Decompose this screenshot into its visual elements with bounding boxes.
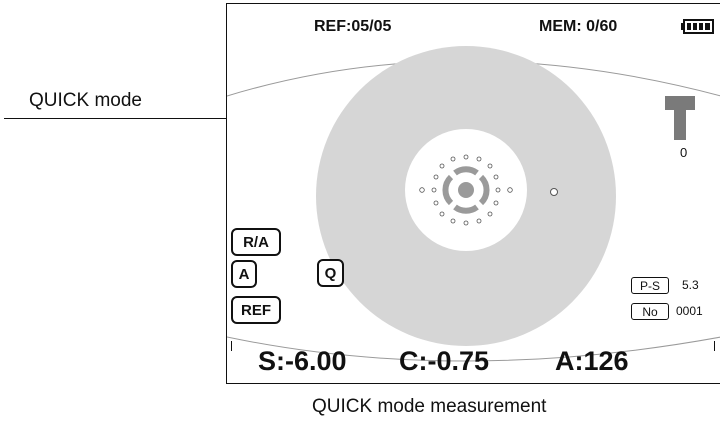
ring-target-icon [419,154,513,226]
figure-caption: QUICK mode measurement [312,396,547,417]
cylinder-reading: C:-0.75 [399,346,490,376]
outer-ring-dot [550,188,558,196]
ps-tag: P-S [631,277,669,294]
no-tag: No [631,303,669,320]
no-value: 0001 [676,304,703,318]
reading-divider-right [714,341,715,351]
stage-value: 0 [680,145,688,160]
ps-value: 5.3 [682,278,699,292]
t-stage-icon [665,96,695,140]
ref-button[interactable]: REF [231,296,281,324]
ra-button[interactable]: R/A [231,228,281,256]
callout-line [4,118,247,119]
reading-divider-left [231,341,232,351]
device-screen: REF:05/05 MEM: 0/60 0 R/A A Q REF P-S 5.… [226,3,720,384]
axis-reading: A:126 [555,346,629,376]
q-button[interactable]: Q [317,259,344,287]
sphere-reading: S:-6.00 [258,346,347,376]
a-button[interactable]: A [231,260,257,288]
callout-label: QUICK mode [29,90,142,111]
